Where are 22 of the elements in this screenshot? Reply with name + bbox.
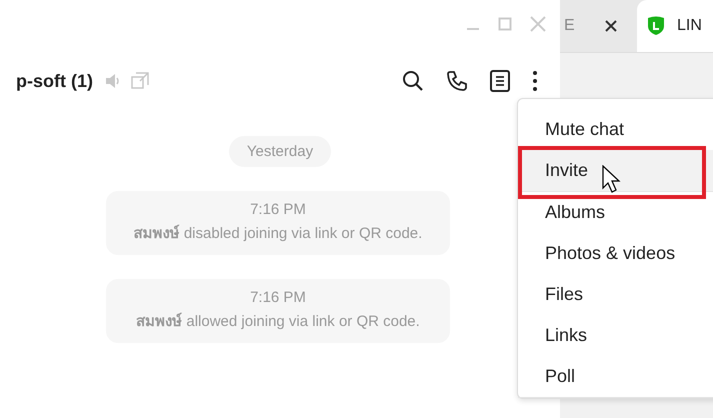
message-text: สมพงษ์ disabled joining via link or QR code. xyxy=(134,224,422,244)
shield-logo-icon xyxy=(647,16,665,36)
menu-item[interactable]: Photos & videos xyxy=(518,233,713,274)
tab-title: LIN xyxy=(677,17,702,35)
menu-item[interactable]: Poll xyxy=(518,356,713,397)
browser-tab[interactable]: LIN xyxy=(637,0,713,52)
phone-icon[interactable] xyxy=(446,70,468,92)
menu-item[interactable]: Files xyxy=(518,274,713,315)
menu-item[interactable]: Mute chat xyxy=(518,109,713,150)
message-time: 7:16 PM xyxy=(250,201,306,218)
message-time: 7:16 PM xyxy=(250,289,306,306)
close-icon[interactable] xyxy=(605,20,617,32)
menu-item[interactable]: Links xyxy=(518,315,713,356)
cursor-icon xyxy=(602,165,622,195)
chat-title: p-soft (1) xyxy=(16,70,93,92)
date-label: Yesterday xyxy=(228,136,332,167)
speaker-icon xyxy=(104,73,121,89)
tab-title: E xyxy=(564,17,575,35)
message-text: สมพงษ์ allowed joining via link or QR code. xyxy=(136,312,420,332)
notes-icon[interactable] xyxy=(490,70,510,92)
search-icon[interactable] xyxy=(402,70,424,92)
more-icon[interactable] xyxy=(532,70,538,92)
